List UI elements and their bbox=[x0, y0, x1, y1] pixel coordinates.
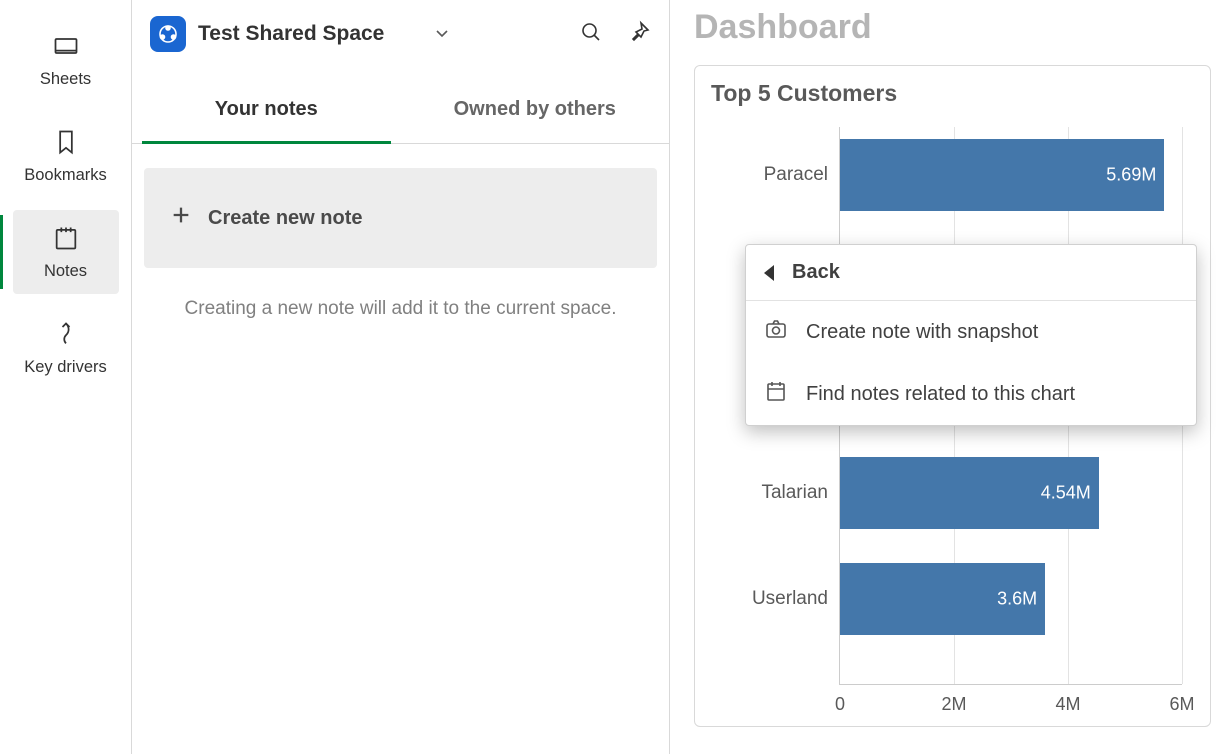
x-tick-label: 2M bbox=[941, 694, 966, 715]
tab-owned-by-others[interactable]: Owned by others bbox=[401, 80, 670, 143]
bar-category: Userland bbox=[752, 588, 828, 610]
space-dropdown[interactable] bbox=[436, 30, 448, 38]
chart-card: Top 5 Customers 02M4M6M5.69MParacelDeak4… bbox=[694, 65, 1211, 727]
chart-title: Top 5 Customers bbox=[711, 80, 1200, 107]
bar-category: Talarian bbox=[761, 482, 828, 504]
space-icon bbox=[150, 16, 186, 52]
dashboard-title: Dashboard bbox=[694, 8, 1211, 47]
notes-icon bbox=[52, 224, 80, 252]
sidebar-item-key-drivers[interactable]: Key drivers bbox=[13, 306, 119, 390]
camera-icon bbox=[764, 317, 788, 347]
pin-icon[interactable] bbox=[627, 20, 651, 49]
search-icon[interactable] bbox=[579, 20, 603, 49]
context-back[interactable]: Back bbox=[746, 245, 1196, 301]
x-tick-label: 6M bbox=[1169, 694, 1194, 715]
sidebar-item-bookmarks[interactable]: Bookmarks bbox=[13, 114, 119, 198]
bar[interactable]: 3.6M bbox=[840, 563, 1045, 635]
context-create-snapshot[interactable]: Create note with snapshot bbox=[746, 301, 1196, 363]
x-tick-label: 0 bbox=[835, 694, 845, 715]
sidebar: Sheets Bookmarks Notes Key drivers bbox=[0, 0, 132, 754]
bar-row: 3.6MUserland bbox=[840, 563, 1045, 635]
bar-row: 5.69MParacel bbox=[840, 139, 1164, 211]
notes-tabs: Your notes Owned by others bbox=[132, 80, 669, 144]
sheets-icon bbox=[52, 32, 80, 60]
context-find-related[interactable]: Find notes related to this chart bbox=[746, 363, 1196, 425]
space-name: Test Shared Space bbox=[198, 22, 384, 46]
x-tick-label: 4M bbox=[1055, 694, 1080, 715]
bar-value-label: 3.6M bbox=[997, 589, 1037, 610]
notes-panel: Test Shared Space Your notes Owned by ot… bbox=[132, 0, 670, 754]
sidebar-item-sheets[interactable]: Sheets bbox=[13, 18, 119, 102]
calendar-notes-icon bbox=[764, 379, 788, 409]
bar-category: Paracel bbox=[764, 164, 828, 186]
sidebar-item-label: Bookmarks bbox=[24, 166, 107, 185]
bar[interactable]: 5.69M bbox=[840, 139, 1164, 211]
plus-icon bbox=[170, 204, 192, 232]
dashboard-area: Dashboard Top 5 Customers 02M4M6M5.69MPa… bbox=[670, 0, 1229, 754]
bar-row: 4.54MTalarian bbox=[840, 457, 1099, 529]
bar-value-label: 4.54M bbox=[1041, 483, 1091, 504]
space-header: Test Shared Space bbox=[132, 0, 669, 62]
back-arrow-icon bbox=[764, 265, 774, 281]
create-note-hint: Creating a new note will add it to the c… bbox=[144, 298, 657, 320]
chart-context-menu: Back Create note with snapshot Find note… bbox=[745, 244, 1197, 426]
create-note-button[interactable]: Create new note bbox=[144, 168, 657, 268]
sidebar-item-label: Notes bbox=[44, 262, 87, 281]
bar-value-label: 5.69M bbox=[1106, 165, 1156, 186]
sidebar-item-label: Key drivers bbox=[24, 358, 107, 377]
sidebar-item-notes[interactable]: Notes bbox=[13, 210, 119, 294]
bookmark-icon bbox=[52, 128, 80, 156]
sidebar-item-label: Sheets bbox=[40, 70, 91, 89]
bar[interactable]: 4.54M bbox=[840, 457, 1099, 529]
tab-your-notes[interactable]: Your notes bbox=[132, 80, 401, 143]
key-drivers-icon bbox=[52, 320, 80, 348]
create-note-label: Create new note bbox=[208, 207, 362, 230]
